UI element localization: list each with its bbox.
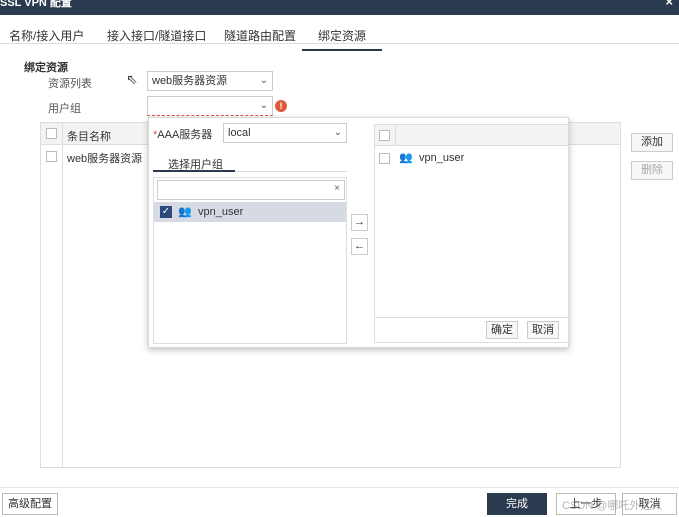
aaa-server-value: local (228, 127, 251, 139)
tab-name-users[interactable]: 名称/接入用户 (9, 27, 84, 44)
advanced-config-button[interactable]: 高级配置 (2, 493, 58, 515)
tab-interface[interactable]: 接入接口/隧道接口 (107, 27, 206, 44)
popup-cancel-button[interactable]: 取消 (527, 321, 559, 339)
error-icon: ! (275, 100, 287, 112)
add-button[interactable]: 添加 (631, 133, 673, 152)
user-group-popup: *AAA服务器 local ⌄ 选择用户组 × ✓ 👥 vpn_user → ←… (148, 117, 569, 348)
select-all-checkbox[interactable] (46, 128, 57, 139)
move-left-button[interactable]: ← (351, 238, 368, 255)
aaa-server-select[interactable]: local ⌄ (223, 123, 347, 143)
tab-bind-resource[interactable]: 绑定资源 (302, 27, 383, 51)
confirm-button[interactable]: 确定 (486, 321, 518, 339)
user-group-icon: 👥 (399, 152, 413, 164)
column-name-header: 条目名称 (67, 131, 111, 143)
row-checkbox[interactable] (46, 151, 57, 162)
section-title: 绑定资源 (24, 62, 68, 74)
selected-groups-list: 👥 vpn_user 确定 取消 (374, 124, 569, 343)
list-item-label: vpn_user (419, 152, 465, 164)
tab-select-user-group[interactable]: 选择用户组 (168, 156, 223, 177)
finish-button[interactable]: 完成 (487, 493, 547, 515)
resource-list-label: 资源列表 (48, 78, 92, 90)
chevron-down-icon: ⌄ (259, 100, 268, 111)
available-groups-list: × ✓ 👥 vpn_user (153, 177, 347, 344)
user-group-select[interactable]: ⌄ (147, 96, 273, 116)
chevron-down-icon: ⌄ (333, 127, 342, 138)
list-item[interactable]: ✓ 👥 vpn_user (154, 202, 346, 222)
move-right-button[interactable]: → (351, 214, 368, 231)
tab-tunnel-route[interactable]: 隧道路由配置 (224, 27, 296, 44)
delete-button[interactable]: 删除 (631, 161, 673, 180)
row-name: web服务器资源 (67, 153, 143, 165)
mouse-cursor-icon: ⇖ (126, 71, 138, 87)
chevron-down-icon: ⌄ (259, 75, 268, 86)
list-item-label: vpn_user (198, 206, 244, 218)
window-titlebar: SSL VPN 配置 × (0, 0, 679, 15)
aaa-server-label-text: AAA服务器 (157, 129, 213, 141)
aaa-server-label: *AAA服务器 (153, 126, 212, 142)
close-icon[interactable]: × (665, 0, 673, 8)
checked-checkbox[interactable]: ✓ (160, 206, 172, 218)
search-input[interactable]: × (157, 180, 345, 200)
user-group-label: 用户组 (48, 103, 81, 115)
tab-bar: 名称/接入用户 接入接口/隧道接口 隧道路由配置 绑定资源 (0, 22, 679, 51)
clear-icon[interactable]: × (334, 183, 340, 194)
watermark: CSDN @哪吒外之人 (562, 500, 663, 512)
select-all-checkbox[interactable] (379, 130, 390, 141)
window-title: SSL VPN 配置 (0, 0, 72, 9)
row-checkbox[interactable] (379, 153, 390, 164)
user-group-icon: 👥 (178, 206, 192, 218)
resource-list-select[interactable]: web服务器资源 ⌄ (147, 71, 273, 91)
resource-list-value: web服务器资源 (152, 75, 228, 87)
popup-footer: 确定 取消 (375, 317, 568, 342)
